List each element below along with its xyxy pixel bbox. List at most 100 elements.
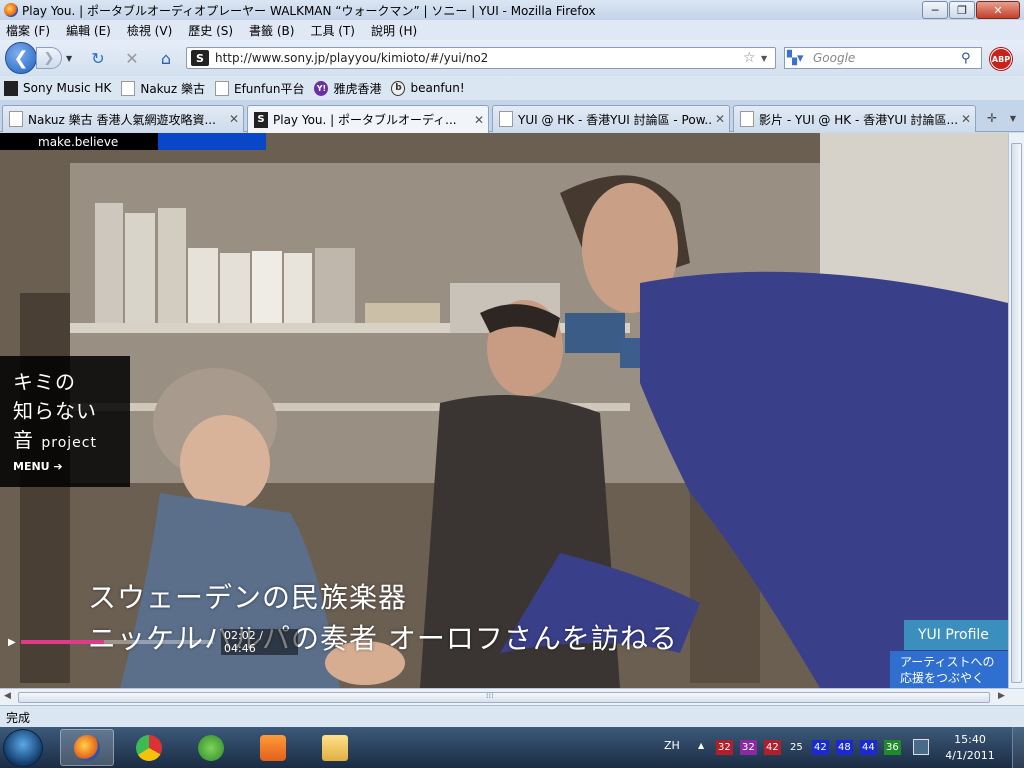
- system-clock[interactable]: 15:40 4/1/2011: [940, 732, 1000, 764]
- horizontal-scrollbar[interactable]: ◀ ⁞⁞⁞ ▶: [0, 688, 1024, 705]
- bookmark-beanfun[interactable]: b beanfun!: [391, 80, 465, 96]
- tray-badge[interactable]: 32: [740, 740, 757, 755]
- project-label: project: [41, 435, 97, 451]
- windows-taskbar: ZH ▲ 32 32 42 25 42 48 44 36 15:40 4/1/2…: [0, 727, 1024, 768]
- new-tab-icon[interactable]: ✛: [982, 107, 1002, 129]
- bookmark-sony-music[interactable]: Sony Music HK: [4, 80, 111, 96]
- menu-tools[interactable]: 工具 (T): [310, 22, 355, 39]
- tab-yui-hk-video[interactable]: 影片 - YUI @ HK - 香港YUI 討論區... ✕: [733, 105, 976, 132]
- bookmark-efunfun[interactable]: Efunfun平台: [214, 80, 304, 97]
- input-language[interactable]: ZH: [664, 739, 680, 752]
- scroll-grip-icon: ⁞⁞⁞: [486, 691, 494, 700]
- video-player-controls: ▶ 02:02 / 04:46: [8, 629, 298, 655]
- menu-edit[interactable]: 編輯 (E): [66, 22, 111, 39]
- tray-badge[interactable]: 36: [884, 740, 901, 755]
- menu-link[interactable]: MENU ➔: [13, 460, 130, 473]
- playback-time: 02:02 / 04:46: [221, 629, 298, 655]
- search-icon[interactable]: ⚲: [961, 51, 981, 66]
- reload-icon[interactable]: ↻: [88, 48, 108, 68]
- close-button[interactable]: ✕: [976, 1, 1020, 19]
- history-dropdown-icon[interactable]: ▼: [66, 54, 72, 63]
- video-subtitle-line1: スウェーデンの民族楽器: [88, 581, 408, 614]
- title-bar: Play You. | ポータブルオーディオプレーヤー WALKMAN “ウォー…: [0, 0, 1024, 20]
- messenger-icon: [198, 734, 224, 761]
- network-icon[interactable]: [913, 739, 929, 755]
- page-icon: [121, 80, 136, 96]
- vertical-scroll-thumb[interactable]: [1011, 143, 1022, 683]
- forward-arrow-icon: ❯: [43, 50, 55, 66]
- bookmark-nakuz[interactable]: Nakuz 樂古: [121, 80, 205, 97]
- scroll-right-icon[interactable]: ▶: [998, 691, 1005, 701]
- search-placeholder[interactable]: Google: [813, 51, 961, 65]
- tray-badge[interactable]: 44: [860, 740, 877, 755]
- taskbar-messenger[interactable]: [184, 729, 238, 766]
- bookmark-star-icon[interactable]: ☆: [743, 50, 761, 66]
- url-text[interactable]: http://www.sony.jp/playyou/kimioto/#/yui…: [215, 51, 743, 65]
- tab-bar: Nakuz 樂古 香港人氣網遊攻略資... ✕ S Play You. | ポー…: [0, 100, 1024, 133]
- tray-badge[interactable]: 25: [788, 740, 805, 755]
- stop-icon[interactable]: ✕: [122, 48, 142, 68]
- taskbar-firefox[interactable]: [60, 729, 114, 766]
- horizontal-scroll-thumb[interactable]: [18, 692, 990, 703]
- menu-file[interactable]: 檔案 (F): [6, 22, 50, 39]
- taskbar-explorer[interactable]: [308, 729, 362, 766]
- bookmark-yahoo-hk[interactable]: Y! 雅虎香港: [314, 80, 381, 97]
- url-dropdown-icon[interactable]: ▼: [761, 54, 775, 63]
- maximize-button[interactable]: ❐: [949, 1, 975, 19]
- clock-date: 4/1/2011: [945, 749, 995, 762]
- tab-yui-hk-forum[interactable]: YUI @ HK - 香港YUI 討論區 - Pow... ✕: [492, 105, 730, 132]
- status-bar: 完成: [0, 705, 1024, 727]
- scroll-left-icon[interactable]: ◀: [4, 691, 11, 701]
- firefox-icon: [74, 734, 100, 761]
- play-icon[interactable]: ▶: [8, 637, 21, 648]
- menu-history[interactable]: 歷史 (S): [188, 22, 233, 39]
- firefox-icon: [4, 3, 18, 17]
- tray-badge[interactable]: 42: [812, 740, 829, 755]
- cheer-tweet-button[interactable]: アーティストへの 応援をつぶやく: [890, 651, 1008, 688]
- clock-time: 15:40: [954, 733, 986, 746]
- tray-badge[interactable]: 32: [716, 740, 733, 755]
- vertical-scrollbar[interactable]: [1008, 133, 1024, 688]
- cheer-line1: アーティストへの: [900, 655, 995, 669]
- page-content: make.believe キミの 知らない 音 project MENU ➔ ス…: [0, 133, 1008, 688]
- home-icon[interactable]: ⌂: [156, 48, 176, 68]
- tray-badge[interactable]: 42: [764, 740, 781, 755]
- minimize-button[interactable]: ─: [922, 1, 948, 19]
- back-arrow-icon: ❮: [13, 47, 29, 69]
- show-desktop-button[interactable]: [1012, 727, 1024, 768]
- tray-badge[interactable]: 48: [836, 740, 853, 755]
- url-bar[interactable]: S http://www.sony.jp/playyou/kimioto/#/y…: [186, 47, 776, 69]
- seek-bar[interactable]: [21, 640, 213, 644]
- search-box[interactable]: ▚▾ Google ⚲: [784, 47, 982, 69]
- menu-bookmarks[interactable]: 書籤 (B): [249, 22, 294, 39]
- cheer-line2: 応援をつぶやく: [900, 671, 985, 685]
- taskbar-chrome[interactable]: [122, 729, 176, 766]
- taskbar-media-player[interactable]: [246, 729, 300, 766]
- tab-nakuz[interactable]: Nakuz 樂古 香港人氣網遊攻略資... ✕: [2, 105, 244, 132]
- adblock-plus-icon[interactable]: ABP: [990, 48, 1012, 70]
- close-tab-icon[interactable]: ✕: [225, 112, 243, 126]
- chrome-icon: [136, 734, 162, 761]
- start-button[interactable]: [3, 729, 43, 767]
- navigation-toolbar: ❮ ❯ ▼ ↻ ✕ ⌂ S http://www.sony.jp/playyou…: [0, 40, 1024, 76]
- page-icon: [740, 111, 754, 127]
- tab-list-dropdown-icon[interactable]: ▼: [1004, 107, 1022, 129]
- close-tab-icon[interactable]: ✕: [957, 112, 975, 126]
- sony-favicon: S: [254, 111, 268, 128]
- kimioto-menu-box[interactable]: キミの 知らない 音 project MENU ➔: [0, 356, 130, 487]
- back-button[interactable]: ❮: [5, 42, 37, 74]
- beanfun-icon: b: [391, 80, 406, 96]
- close-tab-icon[interactable]: ✕: [711, 112, 729, 126]
- brand-bar[interactable]: make.believe: [0, 133, 158, 150]
- close-tab-icon[interactable]: ✕: [470, 113, 488, 127]
- sony-icon: [4, 80, 18, 96]
- media-player-icon: [260, 734, 286, 761]
- menu-view[interactable]: 檢視 (V): [127, 22, 172, 39]
- menu-help[interactable]: 說明 (H): [371, 22, 417, 39]
- tab-play-you[interactable]: S Play You. | ポータブルオーディ... ✕: [247, 105, 489, 133]
- google-engine-icon[interactable]: ▚▾: [787, 48, 813, 68]
- forward-button[interactable]: ❯: [36, 47, 62, 69]
- page-icon: [9, 111, 23, 127]
- yui-profile-button[interactable]: YUI Profile: [904, 620, 1008, 650]
- show-hidden-icons-icon[interactable]: ▲: [698, 741, 704, 750]
